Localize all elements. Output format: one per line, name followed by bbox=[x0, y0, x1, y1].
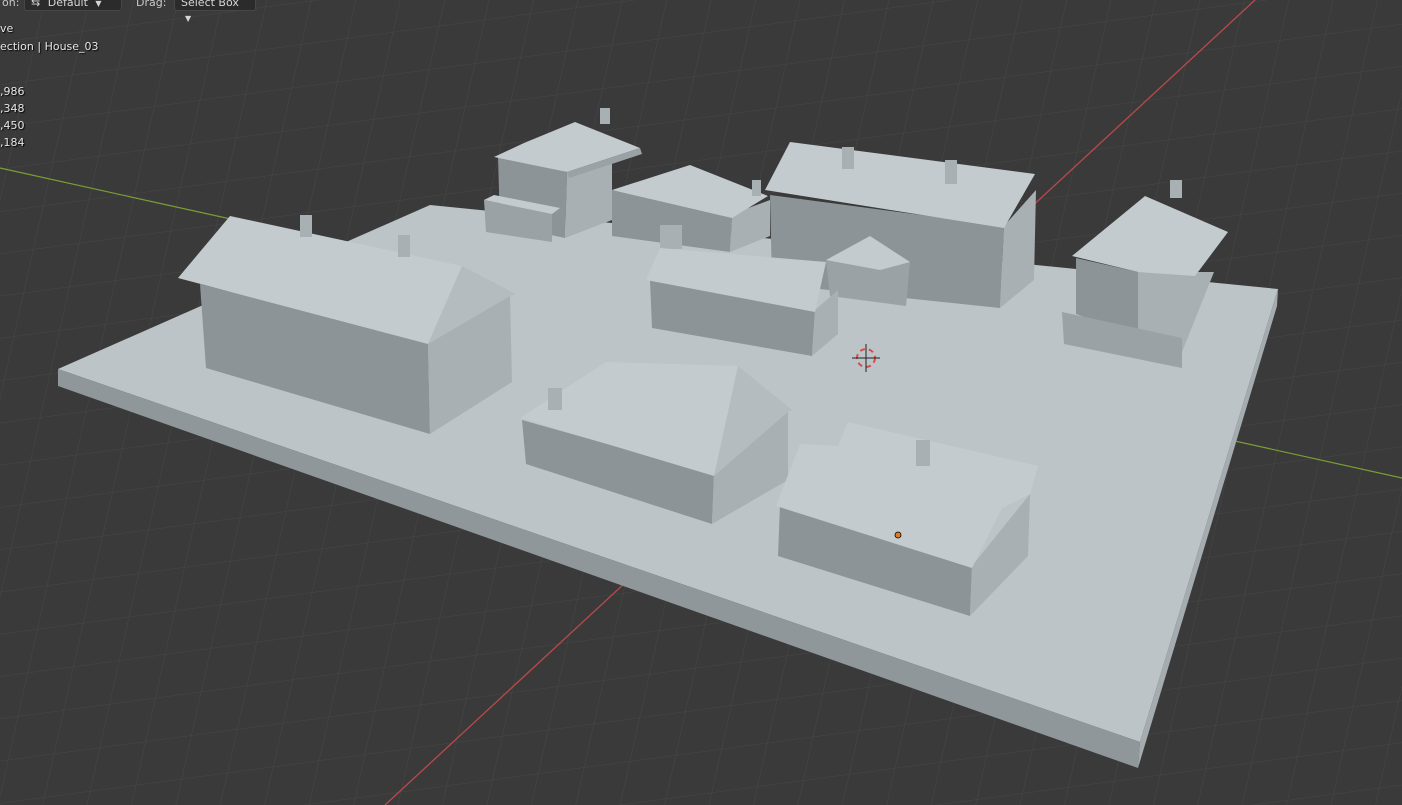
3d-viewport[interactable] bbox=[0, 0, 1402, 805]
chevron-down-icon: ▼ bbox=[95, 0, 102, 8]
origin-dot-icon bbox=[894, 531, 902, 539]
viewport-header: on: ⇆ Default ▼ Drag: Select Box ▼ bbox=[0, 0, 270, 23]
orientation-dropdown[interactable]: ⇆ Default ▼ bbox=[24, 0, 122, 11]
stat-vertices: ,348 bbox=[0, 102, 25, 115]
view-mode-text: ve bbox=[0, 22, 14, 35]
drag-label: Drag: bbox=[136, 0, 167, 9]
transform-orientation-icon: ⇆ bbox=[31, 0, 41, 9]
orientation-value: Default bbox=[47, 0, 88, 9]
stat-faces: ,184 bbox=[0, 136, 25, 149]
stat-objects: ,986 bbox=[0, 85, 25, 98]
collection-object-text: ection | House_03 bbox=[0, 40, 99, 53]
stat-edges: ,450 bbox=[0, 119, 25, 132]
drag-value: Select Box bbox=[181, 0, 239, 9]
orientation-label: on: bbox=[2, 0, 20, 9]
drag-dropdown[interactable]: Select Box ▼ bbox=[174, 0, 256, 23]
chevron-down-icon: ▼ bbox=[185, 14, 192, 23]
